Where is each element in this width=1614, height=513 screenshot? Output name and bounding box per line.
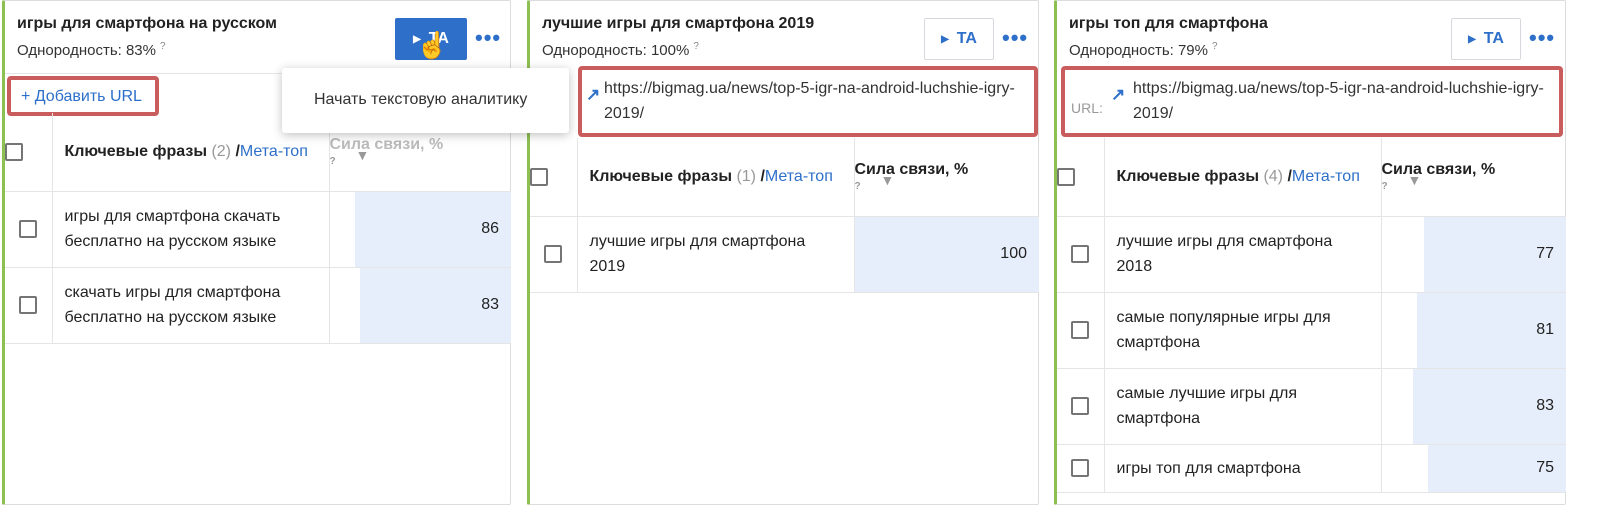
strength-cell: 83 bbox=[1381, 368, 1566, 445]
row-checkbox[interactable] bbox=[1071, 244, 1090, 263]
meta-top-link[interactable]: Мета-топ bbox=[1292, 168, 1360, 185]
row-checkbox[interactable] bbox=[19, 295, 38, 314]
homogeneity: Однородность: 100%? bbox=[542, 41, 699, 59]
phrase-cell: самые популярные игры для смартфона bbox=[1104, 292, 1382, 369]
url-field[interactable]: ↗ https://bigmag.ua/news/top-5-igr-na-an… bbox=[578, 66, 1038, 137]
help-icon[interactable]: ? bbox=[1212, 41, 1218, 52]
ta-button[interactable]: ▶ TA bbox=[924, 18, 994, 60]
row-checkbox[interactable] bbox=[1071, 458, 1090, 477]
phrase-cell: лучшие игры для смартфона 2019 bbox=[577, 216, 855, 293]
meta-top-link[interactable]: Мета-топ bbox=[240, 143, 308, 160]
phrase-cell: игры топ для смартфона bbox=[1104, 444, 1382, 493]
strength-cell: 81 bbox=[1381, 292, 1566, 369]
more-dots-icon[interactable]: ••• bbox=[1529, 25, 1555, 51]
play-icon: ▶ bbox=[941, 33, 949, 45]
phrase-cell: скачать игры для смартфона бесплатно на … bbox=[52, 267, 330, 344]
strength-header[interactable]: ▼ Сила связи, %? bbox=[1381, 138, 1566, 217]
strength-cell: 86 bbox=[329, 191, 511, 268]
table-row: скачать игры для смартфона бесплатно на … bbox=[5, 267, 511, 344]
meta-top-link[interactable]: Мета-топ bbox=[765, 168, 833, 185]
homogeneity: Однородность: 83%? bbox=[17, 41, 166, 59]
cluster-panel-3: игры топ для смартфона Однородность: 79%… bbox=[1054, 0, 1566, 505]
phrase-cell: самые лучшие игры для смартфона bbox=[1104, 368, 1382, 445]
help-icon[interactable]: ? bbox=[160, 41, 166, 52]
play-icon: ▶ bbox=[1468, 33, 1476, 45]
add-url-button[interactable]: + Добавить URL bbox=[7, 76, 159, 116]
table-row: игры топ для смартфона 75 bbox=[1057, 444, 1566, 493]
phrases-header: Ключевые фразы (1) /Мета-топ bbox=[577, 138, 855, 217]
keywords-table: Ключевые фразы (1) /Мета-топ ▼ Сила связи… bbox=[530, 138, 1039, 293]
strength-cell: 100 bbox=[854, 216, 1039, 293]
sort-caret-icon[interactable]: ▼ bbox=[356, 147, 370, 163]
hand-cursor-icon: ☝ bbox=[416, 30, 449, 60]
strength-cell: 77 bbox=[1381, 216, 1566, 293]
strength-header[interactable]: ▼ Сила связи, %? bbox=[854, 138, 1039, 217]
url-field[interactable]: URL: ↗ https://bigmag.ua/news/top-5-igr-… bbox=[1061, 66, 1563, 137]
table-row: самые лучшие игры для смартфона 83 bbox=[1057, 368, 1566, 445]
strength-cell: 83 bbox=[329, 267, 511, 344]
phrase-cell: игры для смартфона скачать бесплатно на … bbox=[52, 191, 330, 268]
strength-cell: 75 bbox=[1381, 444, 1566, 493]
sort-caret-icon[interactable]: ▼ bbox=[881, 172, 895, 188]
table-header-row: Ключевые фразы (1) /Мета-топ ▼ Сила связи… bbox=[530, 138, 1039, 217]
panel-title: игры топ для смартфона bbox=[1069, 15, 1268, 32]
ta-tooltip: Начать текстовую аналитику bbox=[282, 68, 569, 133]
table-row: самые популярные игры для смартфона 81 bbox=[1057, 292, 1566, 369]
select-all-checkbox[interactable] bbox=[1057, 167, 1075, 186]
table-row: лучшие игры для смартфона 2018 77 bbox=[1057, 216, 1566, 293]
table-header-row: Ключевые фразы (4) /Мета-топ ▼ Сила связи… bbox=[1057, 138, 1566, 217]
row-checkbox[interactable] bbox=[544, 244, 563, 263]
row-checkbox[interactable] bbox=[1071, 396, 1090, 415]
url-label: URL: bbox=[1071, 100, 1103, 116]
phrases-header: Ключевые фразы (4) /Мета-топ bbox=[1104, 138, 1382, 217]
url-link[interactable]: https://bigmag.ua/news/top-5-igr-na-andr… bbox=[1133, 80, 1544, 122]
ta-button[interactable]: ▶ TA bbox=[1451, 18, 1521, 60]
help-icon[interactable]: ? bbox=[693, 41, 699, 52]
phrase-cell: лучшие игры для смартфона 2018 bbox=[1104, 216, 1382, 293]
select-all-checkbox[interactable] bbox=[530, 167, 548, 186]
more-dots-icon[interactable]: ••• bbox=[475, 25, 501, 51]
external-link-icon[interactable]: ↗ bbox=[586, 82, 600, 107]
row-checkbox[interactable] bbox=[1071, 320, 1090, 339]
homogeneity: Однородность: 79%? bbox=[1069, 41, 1218, 59]
table-row: игры для смартфона скачать бесплатно на … bbox=[5, 191, 511, 268]
select-all-checkbox[interactable] bbox=[5, 142, 23, 161]
cluster-panel-2: лучшие игры для смартфона 2019 Однородно… bbox=[527, 0, 1039, 505]
row-checkbox[interactable] bbox=[19, 219, 38, 238]
panel-title: игры для смартфона на русском bbox=[17, 15, 277, 32]
more-dots-icon[interactable]: ••• bbox=[1002, 25, 1028, 51]
panel-title: лучшие игры для смартфона 2019 bbox=[542, 15, 815, 32]
external-link-icon[interactable]: ↗ bbox=[1111, 82, 1125, 107]
table-row: лучшие игры для смартфона 2019 100 bbox=[530, 216, 1039, 293]
keywords-table: Ключевые фразы (4) /Мета-топ ▼ Сила связи… bbox=[1057, 138, 1566, 493]
keywords-table: Ключевые фразы (2) /Мета-топ ▼ Сила связи… bbox=[5, 113, 511, 344]
sort-caret-icon[interactable]: ▼ bbox=[1408, 172, 1422, 188]
url-link[interactable]: https://bigmag.ua/news/top-5-igr-na-andr… bbox=[604, 80, 1015, 122]
